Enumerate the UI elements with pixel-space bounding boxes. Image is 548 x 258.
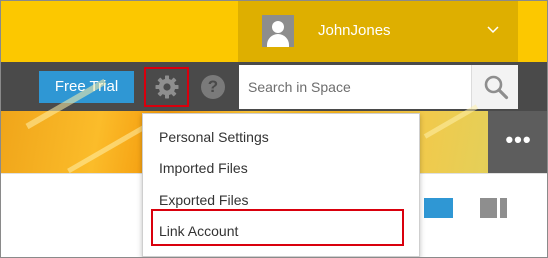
user-silhouette-icon [262,15,294,47]
username: JohnJones [318,22,391,39]
user-menu[interactable]: JohnJones [238,1,518,62]
settings-button[interactable] [144,67,189,107]
menu-item-personal-settings[interactable]: Personal Settings [159,128,269,146]
question-circle-icon[interactable]: ? [201,75,225,99]
grid-view-icon[interactable] [424,198,453,218]
gear-icon [155,75,179,99]
app-window: JohnJones Free Trial ? Search in Space •… [0,0,548,258]
search-icon [484,75,509,100]
top-header: JohnJones [1,1,547,62]
list-view-icon[interactable] [480,198,507,218]
free-trial-button[interactable]: Free Trial [39,71,134,103]
menu-item-imported-files[interactable]: Imported Files [159,159,248,177]
chevron-down-icon[interactable] [486,23,500,37]
toolbar: Free Trial ? [1,62,547,111]
menu-item-exported-files[interactable]: Exported Files [159,191,248,209]
menu-item-link-account[interactable]: Link Account [159,222,238,240]
search-button[interactable] [471,65,518,109]
settings-menu: Personal Settings Imported Files Exporte… [142,113,420,257]
search-input[interactable] [239,65,471,109]
more-options-button[interactable]: ••• [488,111,547,173]
